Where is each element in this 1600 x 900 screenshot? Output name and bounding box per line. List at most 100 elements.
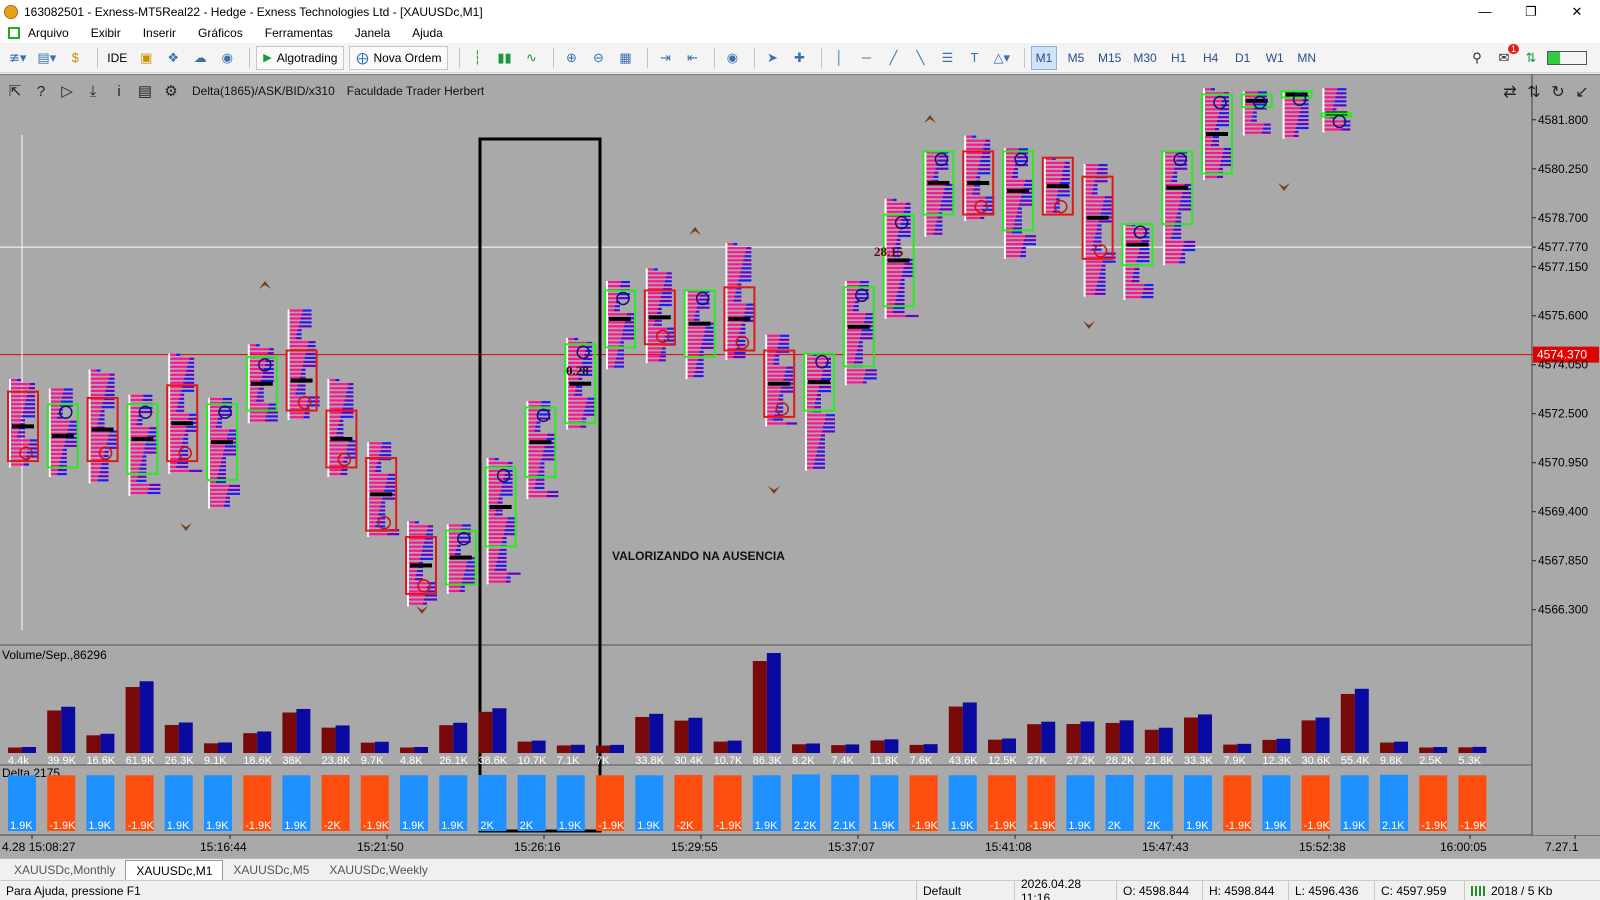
footprint-bid-row — [534, 486, 545, 490]
footprint-bid-row — [1176, 216, 1182, 219]
info-icon[interactable]: i — [108, 81, 130, 101]
tab-xauusdc-monthly[interactable]: XAUUSDc,Monthly — [4, 860, 125, 880]
dollar-icon[interactable]: $ — [64, 46, 86, 70]
footprint-bid-row — [1012, 175, 1018, 179]
collapse-icon[interactable]: ↙ — [1570, 81, 1594, 103]
annotation-text: VALORIZANDO NA AUSENCIA — [612, 549, 785, 563]
menu-ajuda[interactable]: Ajuda — [412, 26, 443, 40]
candles-icon[interactable]: ▮▮ — [493, 46, 515, 70]
vps-icon[interactable]: ◉ — [216, 46, 238, 70]
footprint-bid-row — [1261, 131, 1271, 134]
notifications-icon[interactable]: ✉ 1 — [1493, 43, 1519, 70]
menu-arquivo[interactable]: Arquivo — [28, 26, 69, 40]
footprint-bid-row — [980, 159, 991, 163]
text-tool-icon[interactable]: T — [963, 46, 985, 70]
refresh-icon[interactable]: ↻ — [1546, 81, 1570, 103]
lock-icon[interactable]: ▣ — [135, 46, 157, 70]
auto-scroll-icon[interactable]: ⇥ — [654, 46, 676, 70]
timeframe-mn[interactable]: MN — [1294, 46, 1320, 70]
menu-inserir[interactable]: Inserir — [143, 26, 176, 40]
footprint-bid-row — [1217, 120, 1229, 123]
bar-chart-icon[interactable]: ┆ — [466, 46, 488, 70]
footprint-bid-row — [822, 430, 835, 433]
nova-ordem-button[interactable]: ⨁ Nova Ordem — [349, 45, 449, 70]
download-icon[interactable]: ⤓ — [82, 81, 104, 101]
tab-xauusdc-m1[interactable]: XAUUSDc,M1 — [125, 860, 224, 880]
timeframe-d1[interactable]: D1 — [1230, 46, 1256, 70]
cursor-icon[interactable]: ➤ — [761, 46, 783, 70]
crosshair-icon[interactable]: ✚ — [788, 46, 810, 70]
timeframe-h4[interactable]: H4 — [1198, 46, 1224, 70]
footprint-ask-row — [926, 187, 945, 191]
footprint-ask-row — [727, 307, 746, 310]
footprint-bid-row — [300, 372, 306, 375]
footprint-ask-row — [369, 505, 381, 508]
footprint-bid-row — [1101, 208, 1112, 211]
swap-arrows-icon[interactable]: ⇄ — [1498, 81, 1522, 103]
footprint-ask-row — [289, 337, 296, 340]
help-icon[interactable]: ? — [30, 81, 52, 101]
close-button[interactable]: ✕ — [1554, 0, 1600, 23]
menu-ferramentas[interactable]: Ferramentas — [265, 26, 333, 40]
horizontal-line-icon[interactable]: ─ — [855, 46, 877, 70]
play-outline-icon[interactable]: ▷ — [56, 81, 78, 101]
timeframe-m15[interactable]: M15 — [1095, 46, 1124, 70]
minimize-button[interactable]: — — [1462, 0, 1508, 23]
search-icon[interactable]: ⚲ — [1466, 46, 1488, 70]
timeframe-m5[interactable]: M5 — [1063, 46, 1089, 70]
vertical-arrows-icon[interactable]: ⇅ — [1522, 81, 1546, 103]
footprint-ask-row — [289, 416, 304, 419]
zoom-in-icon[interactable]: ⊕ — [560, 46, 582, 70]
channel-icon[interactable]: ╲ — [909, 46, 931, 70]
line-chart-icon[interactable]: ∿ — [520, 46, 542, 70]
ide-button[interactable]: IDE — [104, 46, 130, 70]
footprint-bid-row — [1100, 212, 1112, 215]
screenshot-icon[interactable]: ◉ — [721, 46, 743, 70]
footprint-ask-row — [1284, 107, 1301, 110]
footprint-bid-row — [454, 553, 461, 556]
footprint-bid-row — [184, 377, 195, 380]
timeframe-m30[interactable]: M30 — [1130, 46, 1159, 70]
menu-exibir[interactable]: Exibir — [91, 26, 121, 40]
connection-icon[interactable]: ⇅ — [1520, 46, 1542, 70]
timeframe-w1[interactable]: W1 — [1262, 46, 1288, 70]
maximize-button[interactable]: ❐ — [1508, 0, 1554, 23]
footprint-bid-row — [778, 342, 790, 345]
cloud-icon[interactable]: ☁ — [189, 46, 211, 70]
mdi-window-icon[interactable] — [8, 27, 20, 39]
footprint-ask-row — [568, 377, 579, 380]
trendline-icon[interactable]: ╱ — [882, 46, 904, 70]
menu-graficos[interactable]: Gráficos — [198, 26, 243, 40]
indicator-icon[interactable]: ▤ — [134, 81, 156, 101]
chart-shift-icon[interactable]: ⇤ — [681, 46, 703, 70]
tile-windows-icon[interactable]: ▦ — [614, 46, 636, 70]
chart-type-icon[interactable]: ≇▾ — [6, 46, 29, 70]
vertical-line-icon[interactable]: │ — [828, 46, 850, 70]
tab-xauusdc-m5[interactable]: XAUUSDc,M5 — [223, 860, 319, 880]
delta-bar-label: 1.9K — [872, 820, 895, 832]
footprint-bid-row — [255, 399, 264, 402]
footprint-ask-row — [488, 493, 500, 496]
traffic-bars-icon — [1471, 885, 1485, 896]
footprint-ask-row — [1006, 219, 1015, 222]
zoom-out-icon[interactable]: ⊖ — [587, 46, 609, 70]
footprint-poc — [1007, 188, 1029, 193]
chart-canvas[interactable]: 4581.8004580.2504578.7004577.7704577.150… — [0, 75, 1600, 859]
chart-area[interactable]: 4581.800 4580.250 4578.700 4577.770 4577.150… — [0, 74, 1600, 858]
footprint-bid-row — [1139, 248, 1150, 251]
footprint-bid-row — [653, 323, 662, 326]
signal-icon[interactable]: ❖ — [162, 46, 184, 70]
menu-janela[interactable]: Janela — [355, 26, 390, 40]
timeframe-h1[interactable]: H1 — [1166, 46, 1192, 70]
tab-xauusdc-weekly[interactable]: XAUUSDc,Weekly — [319, 860, 437, 880]
settings-gear-icon[interactable]: ⚙ — [160, 81, 182, 101]
shapes-icon[interactable]: △▾ — [990, 46, 1013, 70]
algotrading-button[interactable]: ▶ Algotrading — [256, 45, 345, 70]
footprint-ask-row — [608, 333, 622, 336]
footprint-ask-row — [90, 373, 110, 376]
timeframe-m1[interactable]: M1 — [1031, 45, 1057, 70]
fibonacci-icon[interactable]: ☰ — [936, 46, 958, 70]
chart-arrow-icon[interactable]: ⇱ — [4, 81, 26, 101]
footprint-bid-row — [68, 424, 77, 427]
templates-icon[interactable]: ▤▾ — [34, 46, 59, 70]
